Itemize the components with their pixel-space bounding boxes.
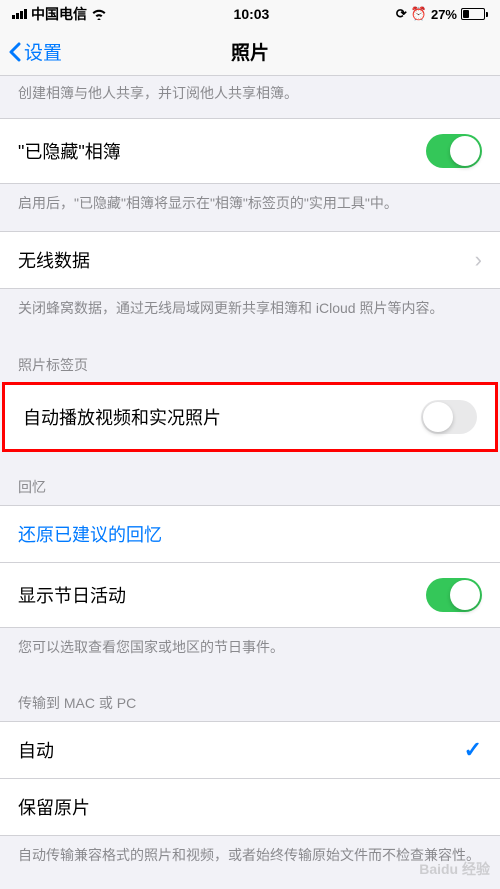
reset-memories-label: 还原已建议的回忆 bbox=[18, 521, 162, 547]
holiday-switch[interactable] bbox=[426, 578, 482, 612]
carrier-label: 中国电信 bbox=[31, 4, 87, 24]
transfer-original-row[interactable]: 保留原片 bbox=[0, 779, 500, 836]
photos-tab-header: 照片标签页 bbox=[0, 337, 500, 383]
back-button[interactable]: 设置 bbox=[8, 38, 62, 65]
clock: 10:03 bbox=[234, 6, 270, 22]
transfer-header: 传输到 MAC 或 PC bbox=[0, 675, 500, 721]
chevron-left-icon bbox=[8, 42, 22, 62]
holiday-label: 显示节日活动 bbox=[18, 582, 126, 608]
holiday-events-row[interactable]: 显示节日活动 bbox=[0, 563, 500, 628]
transfer-original-label: 保留原片 bbox=[18, 794, 90, 820]
memories-footer: 您可以选取查看您国家或地区的节日事件。 bbox=[0, 628, 500, 676]
transfer-auto-row[interactable]: 自动 ✓ bbox=[0, 721, 500, 779]
highlight-annotation: 自动播放视频和实况照片 bbox=[2, 382, 498, 452]
wireless-footer: 关闭蜂窝数据，通过无线局域网更新共享相簿和 iCloud 照片等内容。 bbox=[0, 289, 500, 337]
back-label: 设置 bbox=[24, 38, 62, 65]
wireless-label: 无线数据 bbox=[18, 247, 90, 273]
hidden-album-footer: 启用后，"已隐藏"相簿将显示在"相簿"标签页的"实用工具"中。 bbox=[0, 184, 500, 232]
status-left: 中国电信 bbox=[12, 4, 107, 24]
checkmark-icon: ✓ bbox=[464, 737, 482, 763]
shared-album-footer: 创建相簿与他人共享，并订阅他人共享相簿。 bbox=[0, 76, 500, 118]
battery-percent: 27% bbox=[431, 7, 457, 22]
watermark: Baidu 经验 bbox=[419, 859, 490, 879]
battery-icon bbox=[461, 8, 488, 20]
hidden-album-row[interactable]: "已隐藏"相簿 bbox=[0, 118, 500, 184]
reset-memories-row[interactable]: 还原已建议的回忆 bbox=[0, 505, 500, 563]
memories-header: 回忆 bbox=[0, 451, 500, 505]
wifi-icon bbox=[91, 8, 107, 20]
alarm-icon: ⏰ bbox=[411, 6, 427, 22]
nav-bar: 设置 照片 bbox=[0, 28, 500, 76]
status-bar: 中国电信 10:03 ⟳ ⏰ 27% bbox=[0, 0, 500, 28]
orientation-lock-icon: ⟳ bbox=[396, 6, 407, 22]
chevron-right-icon: › bbox=[475, 247, 482, 273]
signal-icon bbox=[12, 9, 27, 19]
autoplay-switch[interactable] bbox=[421, 400, 477, 434]
autoplay-row[interactable]: 自动播放视频和实况照片 bbox=[5, 385, 495, 449]
transfer-auto-label: 自动 bbox=[18, 737, 54, 763]
hidden-album-label: "已隐藏"相簿 bbox=[18, 138, 121, 164]
wireless-data-row[interactable]: 无线数据 › bbox=[0, 231, 500, 289]
hidden-album-switch[interactable] bbox=[426, 134, 482, 168]
autoplay-label: 自动播放视频和实况照片 bbox=[23, 404, 221, 430]
page-title: 照片 bbox=[231, 38, 269, 65]
status-right: ⟳ ⏰ 27% bbox=[396, 6, 488, 22]
